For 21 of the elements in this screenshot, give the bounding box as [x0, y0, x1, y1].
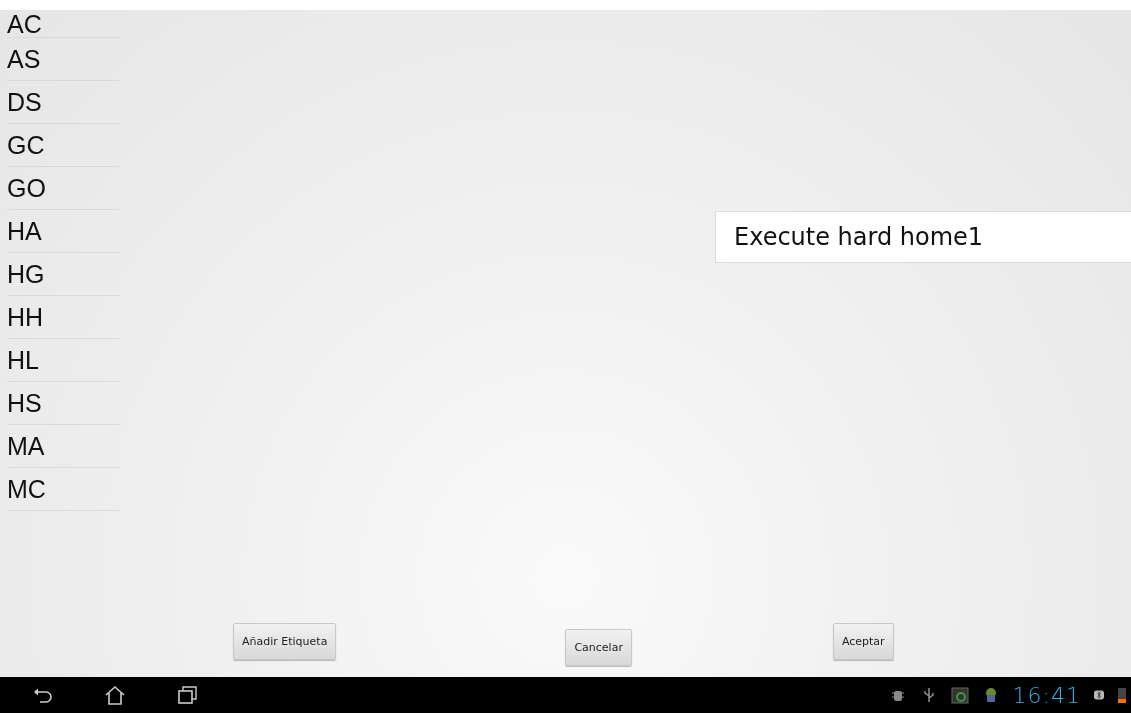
- tag-list-item[interactable]: GC: [7, 124, 119, 167]
- home-icon[interactable]: [104, 684, 126, 706]
- battery-icon: [1117, 686, 1127, 704]
- tag-list-item[interactable]: HG: [7, 253, 119, 296]
- tag-list-item[interactable]: MA: [7, 425, 119, 468]
- command-field[interactable]: Execute hard home1: [715, 211, 1131, 263]
- tag-list-item[interactable]: DS: [7, 81, 119, 124]
- tag-list-item[interactable]: HS: [7, 382, 119, 425]
- clock-time: 16:41: [1012, 682, 1081, 708]
- recent-apps-icon[interactable]: [176, 684, 198, 706]
- add-tag-button[interactable]: Añadir Etiqueta: [233, 623, 337, 660]
- accept-button[interactable]: Aceptar: [832, 623, 894, 660]
- tag-list-item[interactable]: GO: [7, 167, 119, 210]
- cancel-button[interactable]: Cancelar: [565, 629, 632, 666]
- screenshot-icon[interactable]: [950, 686, 969, 704]
- tag-list-item[interactable]: AC: [7, 10, 119, 38]
- tag-list-item[interactable]: AS: [7, 38, 119, 81]
- tag-list-item[interactable]: MC: [7, 468, 119, 511]
- tag-list-item[interactable]: HH: [7, 296, 119, 339]
- tag-list-item[interactable]: HL: [7, 339, 119, 382]
- tag-list-item[interactable]: HA: [7, 210, 119, 253]
